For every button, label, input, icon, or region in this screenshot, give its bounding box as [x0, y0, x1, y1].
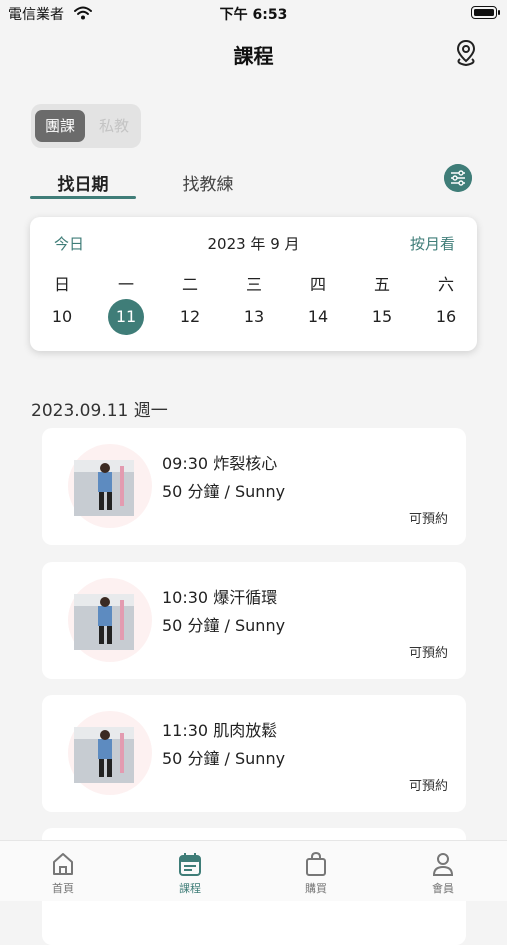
class-details: 50 分鐘 / Sunny	[162, 482, 286, 501]
segment-private-class[interactable]: 私教	[89, 110, 139, 142]
tab-label: 購買	[305, 882, 327, 895]
tab-label: 課程	[179, 882, 201, 895]
week-calendar: 今日 2023 年 9 月 按月看 日 一 二 三 四 五 六 10 11 12…	[30, 217, 477, 351]
class-card[interactable]: 09:30 炸裂核心 50 分鐘 / Sunny 可預約	[42, 428, 466, 545]
tab-indicator	[30, 196, 136, 199]
tab-find-coach[interactable]: 找教練	[163, 170, 253, 195]
class-details: 50 分鐘 / Sunny	[162, 749, 286, 768]
tab-label: 會員	[432, 882, 454, 895]
weekday-label: 日	[53, 275, 70, 294]
weekday-label: 二	[181, 275, 198, 294]
shopping-bag-icon	[306, 851, 326, 876]
class-card[interactable]: 11:30 肌肉放鬆 50 分鐘 / Sunny 可預約	[42, 695, 466, 812]
page-title: 課程	[233, 44, 274, 68]
filter-sliders-icon[interactable]	[444, 164, 472, 192]
tab-label: 首頁	[52, 882, 74, 895]
selected-date-heading: 2023.09.11 週一	[31, 401, 168, 421]
segment-group-class[interactable]: 團課	[35, 110, 85, 142]
tab-purchase[interactable]: 購買	[276, 851, 356, 896]
weekday-label: 一	[117, 275, 134, 294]
calendar-day[interactable]: 10	[42, 307, 82, 326]
availability-status: 可預約	[408, 646, 448, 661]
home-icon	[53, 853, 73, 875]
weekday-label: 四	[309, 275, 326, 294]
calendar-day[interactable]: 12	[170, 307, 210, 326]
user-icon	[432, 853, 454, 876]
by-month-button[interactable]: 按月看	[410, 233, 455, 254]
instructor-photo	[68, 578, 152, 662]
class-title: 10:30 爆汗循環	[162, 588, 278, 607]
status-bar: 電信業者 下午 6:53	[0, 0, 507, 28]
class-title: 11:30 肌肉放鬆	[162, 721, 278, 740]
class-title: 09:30 炸裂核心	[162, 454, 278, 473]
class-details: 50 分鐘 / Sunny	[162, 616, 286, 635]
availability-status: 可預約	[408, 512, 448, 527]
calendar-day-selected[interactable]: 11	[108, 299, 144, 335]
instructor-photo	[68, 711, 152, 795]
tab-courses[interactable]: 課程	[150, 851, 230, 896]
tab-home[interactable]: 首頁	[23, 851, 103, 896]
calendar-day[interactable]: 16	[426, 307, 466, 326]
clock-time: 下午 6:53	[219, 7, 288, 23]
calendar-day[interactable]: 13	[234, 307, 274, 326]
instructor-photo	[68, 444, 152, 528]
tab-find-date[interactable]: 找日期	[30, 170, 136, 195]
class-type-segment: 團課 私教	[31, 104, 141, 148]
weekday-label: 六	[437, 275, 454, 294]
battery-icon	[471, 6, 500, 19]
weekday-label: 五	[373, 275, 390, 294]
bottom-tab-bar: 首頁 課程 購買 會員	[0, 840, 507, 901]
calendar-icon	[179, 853, 201, 876]
location-pin-icon[interactable]	[453, 38, 479, 68]
calendar-day[interactable]: 14	[298, 307, 338, 326]
calendar-day[interactable]: 15	[362, 307, 402, 326]
tab-member[interactable]: 會員	[403, 851, 483, 896]
weekday-label: 三	[245, 275, 262, 294]
class-card[interactable]: 10:30 爆汗循環 50 分鐘 / Sunny 可預約	[42, 562, 466, 679]
availability-status: 可預約	[408, 779, 448, 794]
